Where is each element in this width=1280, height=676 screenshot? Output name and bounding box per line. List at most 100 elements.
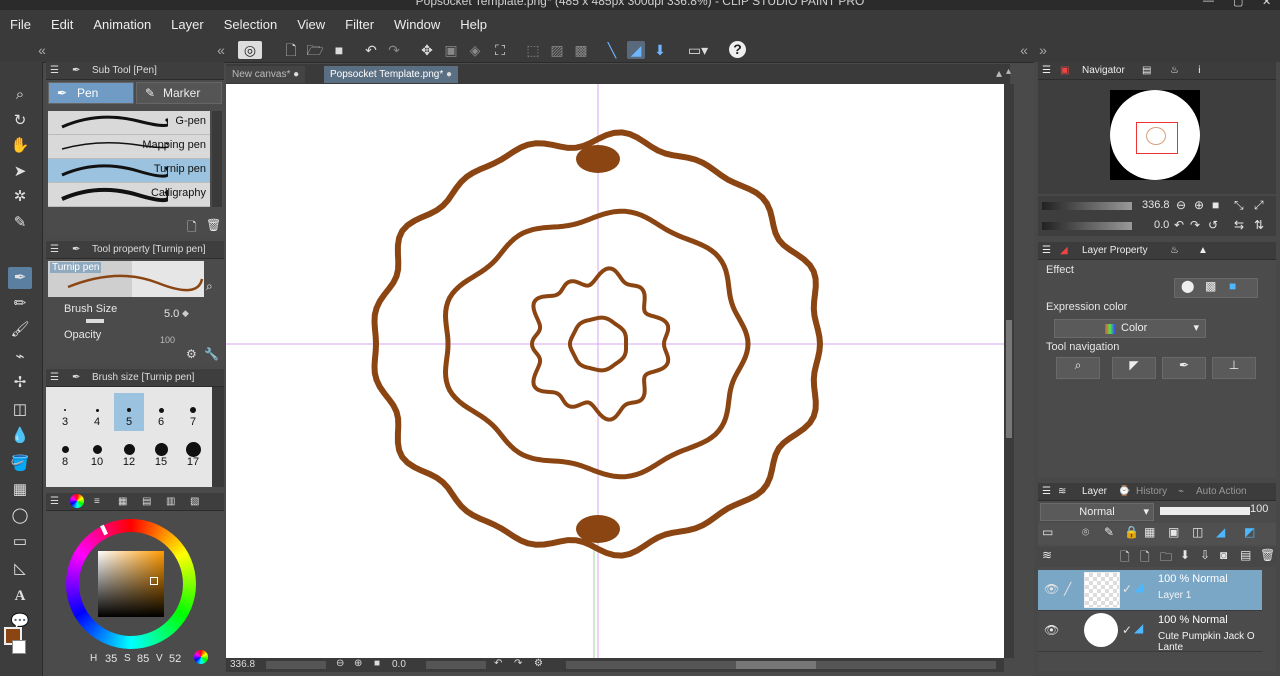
tab-marker[interactable]: ✎ Marker xyxy=(136,82,222,104)
layer-row-layer-1[interactable]: 👁 ╱ ✓ ◢ 100 % Normal Layer 1 xyxy=(1038,570,1262,611)
navigator-thumbnail[interactable] xyxy=(1110,90,1200,180)
tab-new-canvas[interactable]: New canvas* ● xyxy=(226,66,306,83)
menu-icon[interactable]: ☰ xyxy=(50,62,59,79)
delete-subtool-icon[interactable]: 🗑 xyxy=(206,218,221,232)
menu-icon[interactable]: ☰ xyxy=(50,241,59,258)
menu-help[interactable]: Help xyxy=(450,17,497,32)
ruler-tool-icon[interactable]: ◺ xyxy=(8,558,32,580)
snap-ruler-icon[interactable]: ╲ xyxy=(603,41,621,59)
nav-ruler-button[interactable]: ◤ xyxy=(1112,357,1156,379)
ruler-link-icon[interactable]: ◫ xyxy=(1192,525,1203,539)
tone-effect-icon[interactable]: ▩ xyxy=(1205,279,1216,293)
size-6[interactable]: 6 xyxy=(146,393,176,431)
gradient-icon[interactable]: ▦ xyxy=(8,479,32,501)
zoom-in-icon[interactable]: ⊕ xyxy=(354,658,362,669)
eyedropper-icon[interactable]: ✎ xyxy=(8,212,32,234)
combine-down-icon[interactable]: ⇩ xyxy=(1200,548,1210,562)
layer-mask-icon[interactable]: ◙ xyxy=(1220,548,1227,562)
menu-file[interactable]: File xyxy=(0,17,41,32)
redo-icon[interactable]: ↷ xyxy=(385,41,403,59)
color-wheel-tab-icon[interactable] xyxy=(70,494,84,508)
fit-icon[interactable]: ■ xyxy=(374,658,380,669)
menu-view[interactable]: View xyxy=(287,17,335,32)
expression-color-select[interactable]: Color ▾ xyxy=(1054,319,1206,338)
crop-icon[interactable]: ⛶ xyxy=(491,41,509,59)
color-set-tab-icon[interactable]: ▦ xyxy=(118,493,127,510)
size-7[interactable]: 7 xyxy=(178,393,208,431)
fill-tool-icon[interactable]: 🪣 xyxy=(8,453,32,475)
rotation-readout[interactable]: 0.0 xyxy=(392,659,406,670)
collapse-right-left-icon[interactable]: « xyxy=(1015,41,1033,59)
clear-icon[interactable]: ▣ xyxy=(442,41,460,59)
brush-calligraphy[interactable]: Calligraphy xyxy=(48,183,210,207)
mask-icon[interactable]: ▣ xyxy=(1168,525,1179,539)
new-subtool-icon[interactable]: 🗋 xyxy=(187,218,197,239)
h-value[interactable]: 35 xyxy=(105,653,117,665)
zoom-tool-icon[interactable]: ⌕ xyxy=(8,84,32,106)
zoom-readout[interactable]: 336.8 xyxy=(230,659,255,670)
nav-zoom-slider[interactable] xyxy=(1042,202,1132,210)
nav-rotate-right-icon[interactable]: ↷ xyxy=(1190,218,1200,232)
brush-list-scrollbar[interactable] xyxy=(212,111,222,207)
size-8[interactable]: 8 xyxy=(50,433,80,471)
menu-layer[interactable]: Layer xyxy=(161,17,214,32)
brush-g-pen[interactable]: G-pen xyxy=(48,111,210,135)
brush-tool-icon[interactable]: 🖌 xyxy=(8,319,32,341)
brush-mapping-pen[interactable]: Mapping pen xyxy=(48,135,210,159)
clipping-icon[interactable]: ▭ xyxy=(1042,525,1053,539)
decoration-icon[interactable]: ✢ xyxy=(8,372,32,394)
menu-window[interactable]: Window xyxy=(384,17,450,32)
s-value[interactable]: 85 xyxy=(137,653,149,665)
open-file-icon[interactable]: 🗁 xyxy=(306,41,324,59)
menu-icon[interactable]: ☰ xyxy=(50,369,59,386)
menu-filter[interactable]: Filter xyxy=(335,17,384,32)
size-17[interactable]: 17 xyxy=(178,433,208,471)
tab-scroll-up-icon[interactable]: ▴ xyxy=(996,66,1002,80)
size-12[interactable]: 12 xyxy=(114,433,144,471)
layer-color-icon[interactable]: ◢ xyxy=(1216,525,1225,539)
info-tab-icon[interactable]: ⅰ xyxy=(1198,62,1201,79)
rotate-right-icon[interactable]: ↷ xyxy=(514,658,522,669)
operation-tool-icon[interactable]: ➤ xyxy=(8,161,32,183)
tab-popsocket-template[interactable]: Popsocket Template.png* ● xyxy=(324,66,459,83)
rotate-view-icon[interactable]: ↻ xyxy=(8,110,32,132)
tab-layer[interactable]: Layer xyxy=(1082,483,1107,500)
canvas[interactable] xyxy=(226,84,1004,658)
nav-zoom-value[interactable]: 336.8 xyxy=(1142,199,1170,211)
text-tool-icon[interactable]: A xyxy=(8,585,32,607)
snap-grid-icon[interactable]: ⬇ xyxy=(651,41,669,59)
lock-icon[interactable]: 🔒 xyxy=(1124,525,1139,539)
draft-layer-icon[interactable]: ✎ xyxy=(1104,525,1114,539)
opacity-value[interactable]: 100 xyxy=(1250,503,1268,515)
nav-rotation-slider[interactable] xyxy=(1042,222,1132,230)
transform-icon[interactable]: ✥ xyxy=(418,41,436,59)
tab-pen[interactable]: ✒ Pen xyxy=(48,82,134,104)
nav-reset-rotation-icon[interactable]: ↺ xyxy=(1208,218,1218,232)
layer-search-tab-icon[interactable]: ♨ xyxy=(1170,242,1179,259)
lock-transparent-icon[interactable]: ▦ xyxy=(1144,525,1155,539)
eye-icon[interactable]: 👁 xyxy=(1044,623,1059,637)
nav-flip-icon[interactable]: ⤢ xyxy=(1254,198,1264,213)
nav-draft-button[interactable]: ⊥ xyxy=(1212,357,1256,379)
brush-size-value[interactable]: 5.0 xyxy=(164,308,179,320)
border-effect-icon[interactable]: ⬤ xyxy=(1181,279,1194,293)
airbrush-icon[interactable]: ⌁ xyxy=(8,346,32,368)
brush-turnip-pen[interactable]: Turnip pen xyxy=(48,159,210,183)
undo-icon[interactable]: ↶ xyxy=(362,41,380,59)
rotation-slider[interactable] xyxy=(426,661,486,669)
collapse-subtool-icon[interactable]: « xyxy=(212,41,230,59)
menu-edit[interactable]: Edit xyxy=(41,17,83,32)
tool-settings-icon[interactable]: ⚙ xyxy=(186,347,197,361)
intermediate-color-tab-icon[interactable]: ▤ xyxy=(142,493,151,510)
opacity-value[interactable]: 100 xyxy=(160,335,175,345)
help-icon[interactable]: ? xyxy=(729,41,746,58)
zoom-out-icon[interactable]: ⊖ xyxy=(336,658,344,669)
new-file-icon[interactable]: 🗋 xyxy=(282,41,300,59)
nav-zoom-out-icon[interactable]: ⊖ xyxy=(1176,198,1186,212)
scroll-up-icon[interactable]: ▴ xyxy=(1006,66,1011,77)
figure-tool-icon[interactable]: ◯ xyxy=(8,505,32,527)
blend-mode-select[interactable]: Normal ▾ xyxy=(1040,503,1154,521)
tab-auto-action[interactable]: Auto Action xyxy=(1196,483,1247,500)
tab-close-icon[interactable]: ● xyxy=(293,69,299,80)
zoom-slider[interactable] xyxy=(266,661,326,669)
